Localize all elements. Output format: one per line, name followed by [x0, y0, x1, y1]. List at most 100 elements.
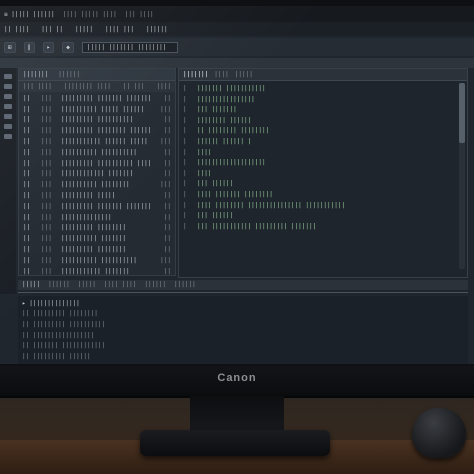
code-text: ||||||||||||||||: [197, 95, 255, 103]
toolbar-button[interactable]: ∥: [23, 41, 35, 53]
line-number: |: [183, 169, 187, 177]
row-type: |||: [41, 116, 52, 124]
extensions-icon[interactable]: [4, 114, 12, 119]
debug-icon[interactable]: [4, 104, 12, 109]
row-id: ||: [23, 246, 31, 254]
row-id: ||: [23, 116, 31, 124]
code-line: | ||||: [183, 170, 467, 181]
brand-logo: Canon: [217, 372, 257, 384]
code-text: ||||: [197, 148, 212, 156]
line-number: |: [183, 222, 187, 230]
line-number: |: [183, 127, 187, 135]
search-icon[interactable]: [4, 84, 12, 89]
list-icon[interactable]: [4, 134, 12, 139]
vertical-scrollbar[interactable]: [459, 83, 465, 269]
table-row[interactable]: || ||| ||||||||||| ||||||| ||: [19, 266, 175, 277]
table-row[interactable]: || ||| ||||||||| ||||| ||: [19, 190, 175, 201]
row-name: ||||||||||| |||||| |||||: [61, 138, 148, 146]
editor-tab[interactable]: |||||||: [183, 71, 208, 78]
table-row[interactable]: || ||| ||||||||| |||||||| ||: [19, 244, 175, 255]
row-name: |||||||||| ||||| ||||||: [61, 105, 145, 113]
table-row[interactable]: || ||| |||||||||||| ||||||| ||: [19, 169, 175, 180]
table-row[interactable]: || ||| ||||||||| |||||||| ||: [19, 223, 175, 234]
column-header[interactable]: |||||||| ||||: [64, 83, 111, 90]
panel-tab[interactable]: |||| ||||: [104, 281, 137, 289]
terminal-text: || |||||||||||||||||: [22, 331, 95, 339]
terminal-output[interactable]: ▸ |||||||||||||| || ||||||||| |||||||| |…: [18, 296, 468, 364]
code-line: | |||||||||||||||||||: [183, 159, 467, 170]
table-row[interactable]: || ||| ||||||||| ||||||| ||||||| ||: [19, 93, 175, 104]
editor-tab[interactable]: |||||: [235, 71, 253, 78]
toolbar-button[interactable]: ⊞: [4, 41, 16, 53]
menu-item[interactable]: ||| ||: [41, 26, 63, 33]
terminal-text: || ||||||||| ||||||||||: [22, 320, 106, 328]
pane-header-label[interactable]: ||||||: [58, 71, 80, 78]
list-icon[interactable]: [4, 124, 12, 129]
row-name: |||||||||| ||||||||||: [61, 256, 137, 264]
row-id: ||: [23, 192, 31, 200]
panel-tab[interactable]: |||||: [78, 281, 96, 289]
toolbar-button[interactable]: ◆: [62, 41, 74, 53]
panel-tab[interactable]: |||||: [22, 281, 40, 289]
line-number: |: [183, 106, 187, 114]
row-id: ||: [23, 256, 31, 264]
row-size: |||: [160, 105, 171, 113]
table-row[interactable]: || ||| ||||||||| |||||||| |||||| ||: [19, 125, 175, 136]
panel-tab[interactable]: ||||||: [174, 281, 196, 289]
editor-tab[interactable]: ||||: [214, 71, 228, 78]
line-number: |: [183, 201, 187, 209]
row-type: |||: [41, 235, 52, 243]
menu-item[interactable]: || ||||: [4, 26, 29, 33]
table-row[interactable]: || ||| ||||||||| |||||||||| ||: [19, 115, 175, 126]
column-header[interactable]: || |||: [123, 83, 145, 90]
table-row[interactable]: || ||| |||||||||| ||||||| ||: [19, 233, 175, 244]
line-number: |: [183, 148, 187, 156]
line-number: |: [183, 116, 187, 124]
panel-tab[interactable]: ||||||: [144, 281, 166, 289]
files-icon[interactable]: [4, 74, 12, 79]
monitor-screen: ≡ ||||| |||||| |||| ||||| |||| ||| |||| …: [0, 6, 474, 364]
row-size: ||: [163, 267, 171, 275]
row-id: ||: [23, 159, 31, 167]
row-type: |||: [41, 267, 52, 275]
menu-item[interactable]: |||||: [75, 26, 93, 33]
search-input[interactable]: ||||| ||||||| ||||||||: [81, 41, 178, 53]
menu-item[interactable]: ||||||: [146, 26, 168, 33]
table-row[interactable]: || ||| ||||||||| ||||||| ||||||| ||: [19, 201, 175, 212]
code-area[interactable]: | ||||||| ||||||||||| | |||||||||||||||| |…: [179, 81, 467, 233]
row-size: ||: [163, 192, 171, 200]
code-text: ||| ||||||: [197, 212, 234, 220]
column-header[interactable]: ||| ||||: [23, 83, 52, 90]
column-header[interactable]: ||||: [157, 83, 171, 90]
scrollbar-thumb[interactable]: [459, 83, 465, 143]
table-row[interactable]: || ||| ||||||||| |||||||||| |||| ||: [19, 158, 175, 169]
branch-icon[interactable]: [4, 94, 12, 99]
table-row[interactable]: || ||| ||||||||||| |||||| ||||| |||: [19, 136, 175, 147]
row-id: ||: [23, 170, 31, 178]
table-row[interactable]: || ||| |||||||||||||| ||: [19, 212, 175, 223]
code-text: |||||||| ||||||: [197, 116, 252, 124]
table-row[interactable]: || ||| |||||||||| ||||| |||||| |||: [19, 104, 175, 115]
row-id: ||: [23, 127, 31, 135]
terminal-line: || ||||||||| ||||||||: [22, 309, 464, 320]
toolbar: ⊞ ∥ ▸ ◆ ||||| ||||||| ||||||||: [0, 38, 474, 56]
table-row[interactable]: || ||| |||||||||| |||||||||| ||: [19, 147, 175, 158]
row-id: ||: [23, 224, 31, 232]
table-row[interactable]: || ||| |||||||||| |||||||||| |||: [19, 255, 175, 266]
terminal-line: || ||||||| ||||||||||||: [22, 340, 464, 351]
table-header: ||| |||| |||||||| |||| || ||| ||||: [19, 81, 175, 92]
pane-header-label[interactable]: |||||||: [23, 71, 48, 78]
toolbar-button[interactable]: ▸: [42, 41, 55, 53]
panel-tab[interactable]: ||||||: [48, 281, 70, 289]
row-size: |||: [160, 138, 171, 146]
panel-divider[interactable]: [18, 292, 468, 293]
row-type: |||: [41, 159, 52, 167]
code-editor-pane: ||||||| |||| ||||| | ||||||| ||||||||||| …: [178, 68, 468, 278]
row-size: ||: [163, 213, 171, 221]
code-line: | ||||||| |||||||||||: [183, 85, 467, 96]
menu-item[interactable]: |||| |||: [105, 26, 134, 33]
row-name: ||||||||| |||||: [61, 192, 116, 200]
code-line: | |||||| |||||| |: [183, 138, 467, 149]
table-row[interactable]: || ||| |||||||||| |||||||| |||: [19, 179, 175, 190]
activity-sidebar: [0, 68, 16, 294]
